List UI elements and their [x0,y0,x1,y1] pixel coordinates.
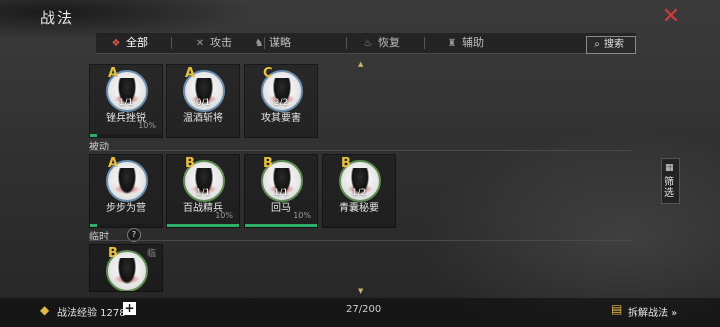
scroll-up-icon: ▲ [358,60,364,68]
skill-level: 1/1 [118,98,134,108]
skill-card[interactable]: B 1/2 青囊秘要 [322,154,396,228]
skill-name: 步步为营 [106,203,146,214]
tab-heal-label: 恢复 [378,36,400,49]
skill-name: 温酒斩将 [183,113,223,124]
skill-card[interactable]: A 1/1 锉兵挫锐 10% [89,64,163,138]
tab-support[interactable]: ♜ 辅助 [446,33,484,53]
skill-card[interactable]: B 1/1 百战精兵 10% [166,154,240,228]
scroll-icon: ▤ [611,302,623,316]
tab-attack-label: 攻击 [210,36,232,49]
grade-badge: B [341,156,351,171]
heal-icon: ♨ [363,38,373,49]
section-divider [89,150,631,151]
skill-progress-bar [245,224,317,227]
grade-badge: B [185,156,195,171]
tab-divider [424,37,425,49]
skill-progress-bar [90,224,162,227]
search-icon: ⌕ [594,39,600,50]
tab-bar: ❖ 全部 ✕ 攻击 ♞ 谋略 ♨ 恢复 ♜ 辅助 [96,33,636,54]
decompose-skill-button[interactable]: 拆解战法 » [628,304,677,319]
grade-badge: B [108,246,118,261]
skill-name: 攻其要害 [261,113,301,124]
support-icon: ♜ [447,38,457,49]
tab-scheme-label: 谋略 [269,36,291,49]
skill-level: 1/2 [351,188,367,198]
filter-label: 筛选 [664,177,674,199]
grade-badge: B [263,156,273,171]
temporary-tag: 临 [146,249,156,259]
skill-card[interactable]: B 临 [89,244,163,292]
tab-divider [171,37,172,49]
tab-divider [346,37,347,49]
all-icon: ❖ [111,38,121,49]
skill-progress-text: 10% [293,211,311,220]
close-icon[interactable]: ✕ [660,6,682,28]
scheme-icon: ♞ [254,38,264,49]
skill-card[interactable]: B 1/1 回马 10% [244,154,318,228]
swords-icon: ✕ [195,38,205,49]
tab-all-label: 全部 [126,36,148,49]
skill-card[interactable]: C 2/2 攻其要害 [244,64,318,138]
skill-count: 27/200 [346,304,382,315]
tab-all[interactable]: ❖ 全部 [110,33,148,53]
skill-exp-text: 战法经验 1278 [57,308,126,319]
skill-level: 0/1 [195,98,211,108]
skill-progress-text: 10% [138,121,156,130]
skill-card[interactable]: A 0/1 温酒斩将 [166,64,240,138]
grade-badge: A [108,156,119,171]
skill-level: 2/2 [273,98,289,108]
search-label: 搜索 [604,39,624,50]
skill-level: 1/1 [273,188,289,198]
section-divider [89,240,631,241]
scroll-down-icon: ▼ [358,287,364,295]
add-exp-button[interactable]: + [123,302,136,315]
grade-badge: A [185,66,196,81]
filter-button[interactable]: ▦ 筛选 [661,158,680,204]
tab-heal[interactable]: ♨ 恢复 [362,33,400,53]
book-icon: ◆ [40,303,50,317]
tab-attack[interactable]: ✕ 攻击 [194,33,232,53]
skill-progress-bar [90,134,162,137]
skill-card[interactable]: A 步步为营 [89,154,163,228]
grade-badge: A [108,66,119,81]
skill-level: 1/1 [195,188,211,198]
search-button[interactable]: ⌕ 搜索 [586,36,636,54]
skill-name: 青囊秘要 [339,203,379,214]
skill-progress-bar [167,224,239,227]
tab-scheme[interactable]: ♞ 谋略 [253,33,291,53]
skill-progress-text: 10% [215,211,233,220]
page-title: 战法 [40,9,75,27]
grade-badge: C [263,66,273,81]
tab-support-label: 辅助 [462,36,484,49]
grid-icon: ▦ [665,163,674,173]
